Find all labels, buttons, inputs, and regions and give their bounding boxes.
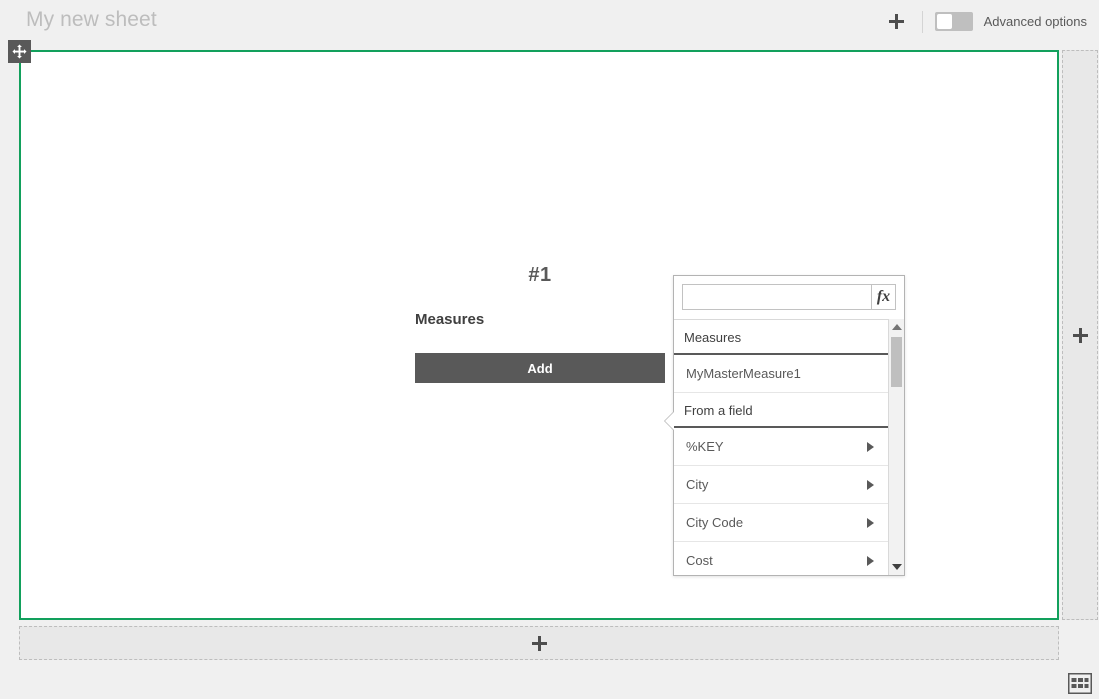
list-item[interactable]: %KEY — [674, 428, 888, 466]
move-handle[interactable] — [8, 40, 31, 63]
list-item[interactable]: MyMasterMeasure1 — [674, 355, 888, 393]
triangle-up-icon[interactable] — [892, 324, 902, 330]
measure-search-input[interactable] — [682, 284, 871, 310]
list-item-label: City Code — [686, 514, 744, 530]
measure-list-inner: Measures MyMasterMeasure1 From a field %… — [674, 320, 888, 575]
chevron-right-icon — [867, 479, 874, 490]
dropzone-bottom[interactable] — [19, 626, 1059, 660]
toggle-knob — [936, 14, 952, 29]
grid-icon — [1067, 672, 1093, 695]
move-icon — [12, 44, 27, 59]
section-header-from-a-field: From a field — [674, 393, 888, 428]
chart-index-label: #1 — [528, 264, 552, 286]
list-item-label: City — [686, 476, 709, 492]
plus-icon — [889, 14, 905, 29]
chevron-right-icon — [867, 441, 874, 452]
measure-list[interactable]: Measures MyMasterMeasure1 From a field %… — [674, 319, 904, 575]
measures-section-label: Measures — [415, 311, 485, 328]
chevron-right-icon — [867, 555, 874, 566]
measure-picker-popover: fx Measures MyMasterMeasure1 From a fiel… — [665, 275, 905, 576]
section-header-measures: Measures — [674, 320, 888, 355]
toolbar-divider — [921, 10, 923, 33]
popover-arrow — [665, 412, 674, 430]
scrollbar-thumb[interactable] — [891, 337, 902, 387]
top-bar: My new sheet Advanced options — [0, 0, 1099, 43]
sheet-area: #1 Measures Add fx Measures MyMasterMeas… — [0, 40, 1099, 695]
list-item-label: %KEY — [686, 438, 724, 454]
popover-scrollbar[interactable] — [888, 319, 904, 575]
grid-view-button[interactable] — [1067, 672, 1093, 695]
chevron-right-icon — [867, 517, 874, 528]
expression-editor-button[interactable]: fx — [871, 284, 896, 310]
list-item[interactable]: City — [674, 466, 888, 504]
dropzone-right[interactable] — [1062, 50, 1098, 620]
sheet-title[interactable]: My new sheet — [26, 8, 157, 32]
advanced-options-toggle[interactable] — [934, 12, 973, 31]
triangle-down-icon[interactable] — [892, 564, 902, 570]
popover-search-row: fx — [674, 276, 904, 319]
list-item-label: MyMasterMeasure1 — [686, 365, 801, 381]
measures-panel: #1 Measures Add — [415, 264, 665, 383]
topbar-controls: Advanced options — [880, 0, 1087, 43]
list-item[interactable]: City Code — [674, 504, 888, 542]
add-sheet-button[interactable] — [880, 5, 914, 39]
advanced-options-label: Advanced options — [983, 14, 1087, 29]
plus-icon — [1072, 327, 1088, 343]
add-measure-button[interactable]: Add — [415, 353, 665, 383]
list-item[interactable]: Cost — [674, 542, 888, 575]
list-item-label: Cost — [686, 552, 713, 568]
plus-icon — [531, 635, 547, 651]
